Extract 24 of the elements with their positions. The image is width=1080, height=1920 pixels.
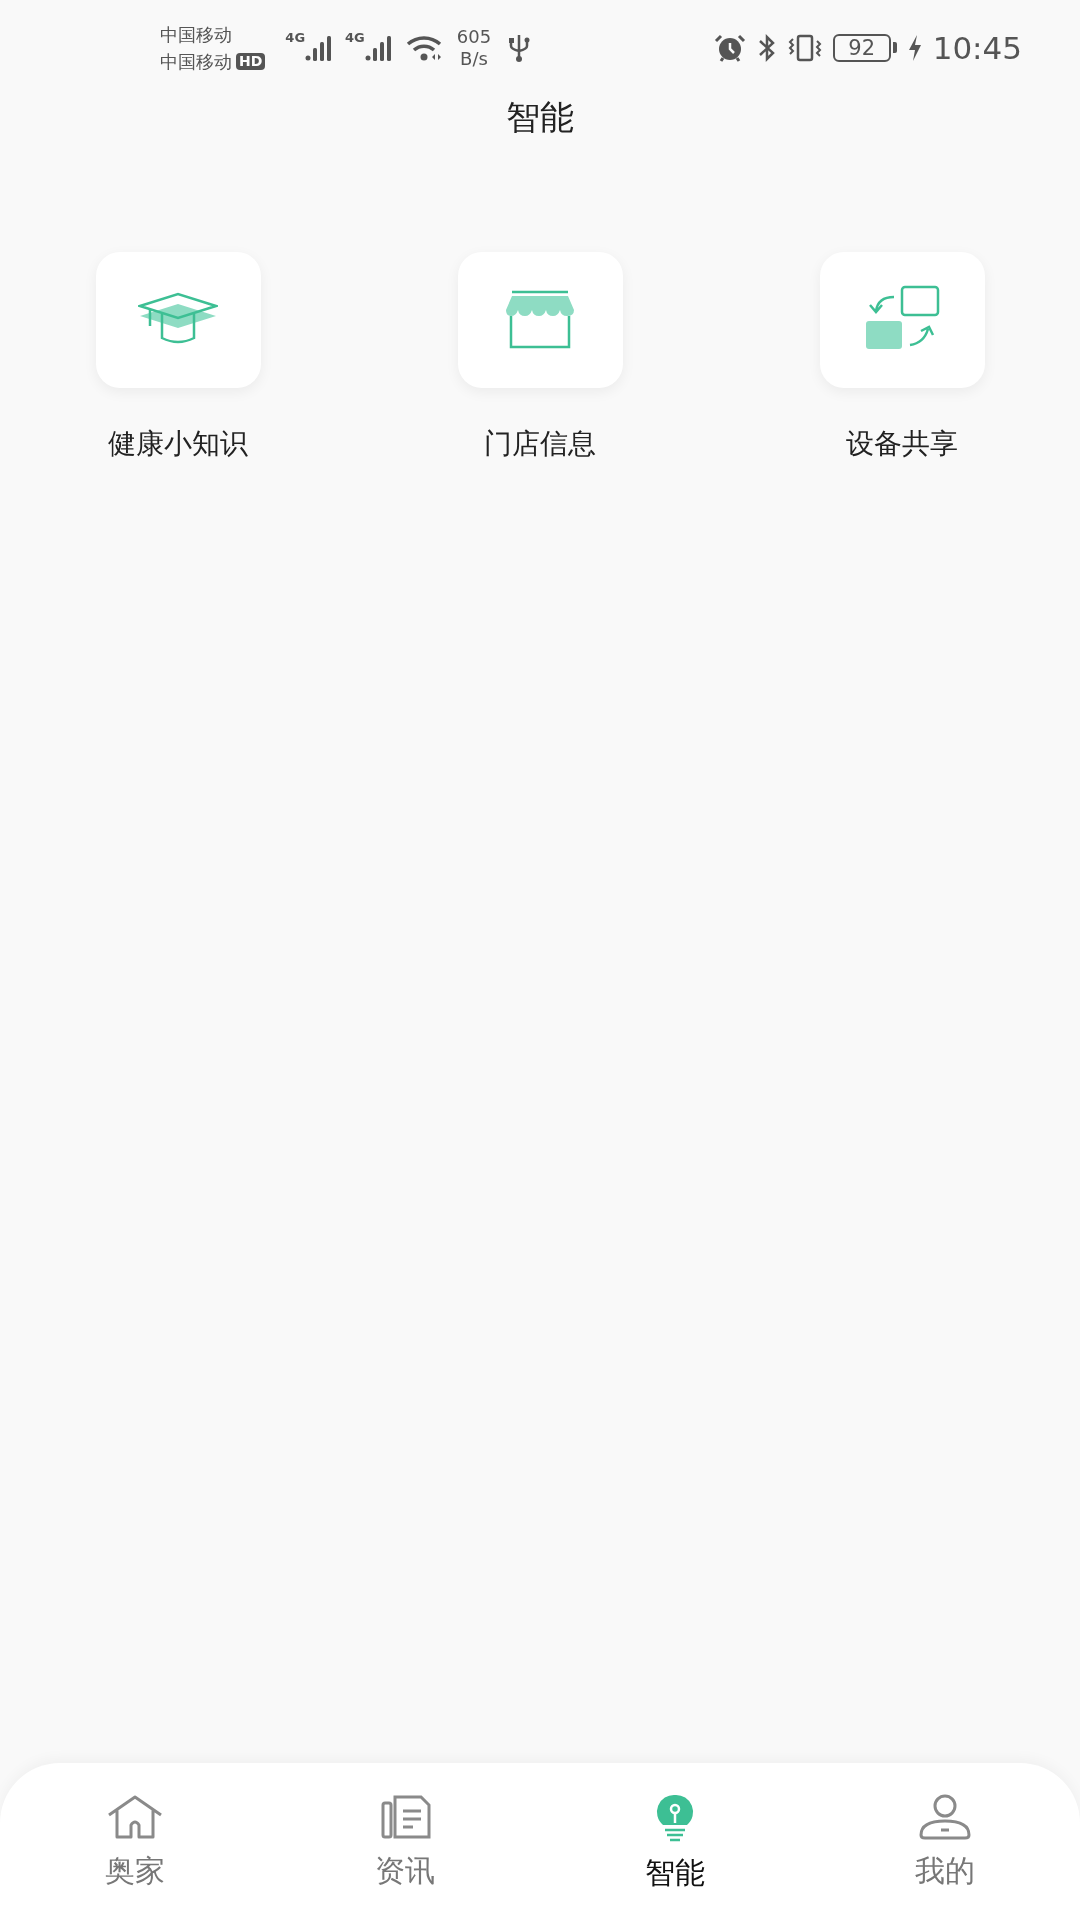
feature-tile[interactable]: [457, 252, 623, 388]
nav-tab[interactable]: 资讯: [270, 1763, 540, 1920]
feature-label: 健康小知识: [108, 426, 248, 462]
network-speed: 605: [456, 25, 492, 48]
speed-unit: B/s: [460, 47, 488, 70]
feature-label: 门店信息: [484, 426, 596, 462]
battery-level: 92: [832, 33, 891, 62]
carrier-name: 中国移动: [160, 49, 232, 74]
charging-icon: [906, 33, 923, 62]
page-title: 智能: [506, 96, 574, 139]
feature-label: 设备共享: [846, 426, 958, 462]
usb-icon: [507, 32, 532, 63]
nav-tab[interactable]: 智能: [540, 1763, 810, 1920]
vibrate-icon: [786, 32, 823, 63]
hd-badge: HD: [236, 52, 266, 70]
carrier-name: 中国移动: [160, 22, 233, 47]
alarm-clock-icon: [712, 32, 747, 63]
clock-time: 10:45: [932, 29, 1022, 66]
feature-tile[interactable]: [95, 252, 261, 388]
nav-tab[interactable]: 奥家: [0, 1763, 270, 1920]
network-type: 4G: [285, 29, 306, 45]
nav-tab[interactable]: 我的: [810, 1763, 1080, 1920]
network-type: 4G: [345, 29, 365, 45]
feature-tile[interactable]: [819, 252, 985, 388]
